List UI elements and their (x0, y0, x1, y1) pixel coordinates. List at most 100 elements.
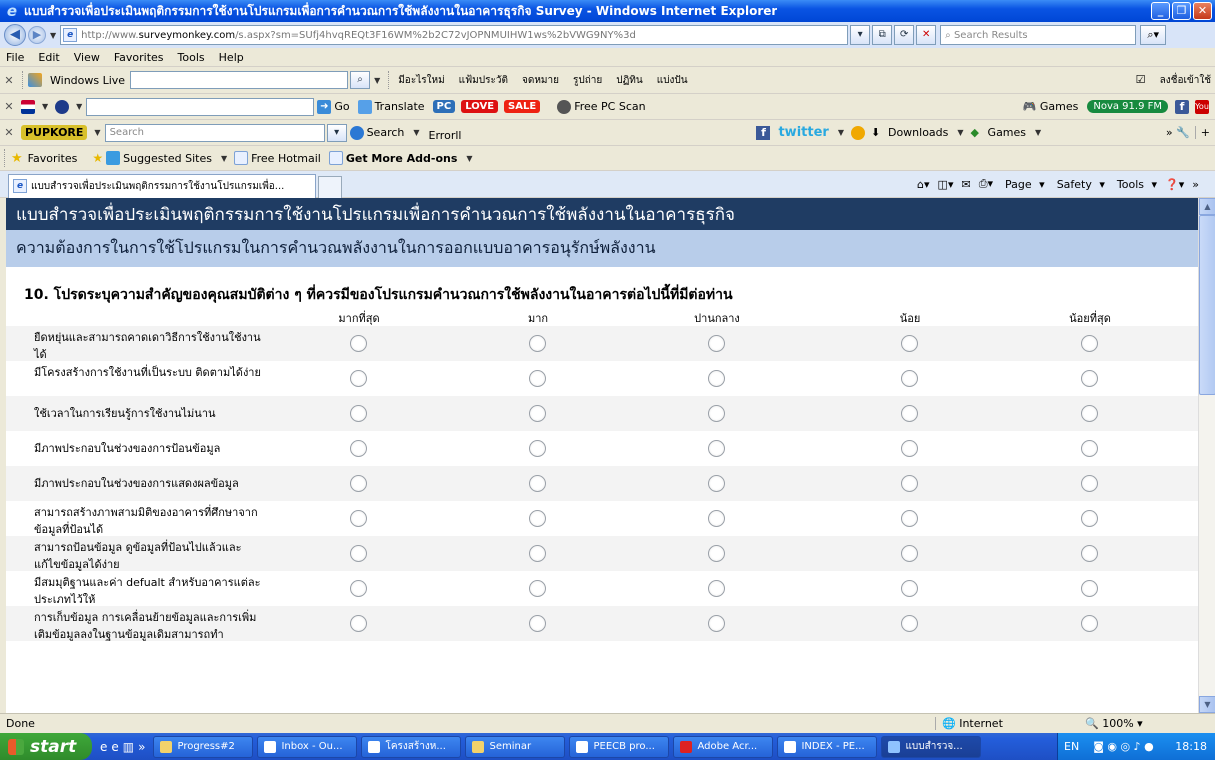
task-progress[interactable]: Progress#2 (153, 735, 254, 758)
task-inbox[interactable]: Inbox - Ou... (257, 735, 358, 758)
close-button[interactable]: ✕ (1193, 2, 1212, 20)
games-dropdown-icon[interactable]: ▼ (1035, 128, 1041, 137)
language-indicator[interactable]: EN (1064, 740, 1079, 753)
radio-much[interactable] (529, 510, 546, 527)
checkbox-icon[interactable]: ☑ (1136, 73, 1150, 87)
task-peecb[interactable]: PEECB pro... (569, 735, 670, 758)
favorites-button[interactable]: Favorites (23, 152, 83, 165)
radio-little[interactable] (901, 510, 918, 527)
minimize-button[interactable]: _ (1151, 2, 1170, 20)
radio-least[interactable] (1081, 580, 1098, 597)
close-toolbar-icon[interactable]: ✕ (0, 100, 18, 113)
back-button[interactable]: ◀ (4, 24, 26, 46)
games-menu-button[interactable]: Games (988, 126, 1031, 139)
radio-medium[interactable] (708, 545, 725, 562)
v-icon[interactable] (850, 125, 865, 140)
love-badge[interactable]: LOVE (461, 100, 499, 113)
toolbar-grip[interactable] (22, 71, 25, 89)
address-dropdown-button[interactable]: ▾ (850, 25, 871, 45)
radio-most[interactable] (350, 405, 367, 422)
title-bar[interactable]: e แบบสำรวจเพื่อประเมินพฤติกรรมการใช้งานโ… (0, 0, 1215, 22)
menu-file[interactable]: File (0, 51, 31, 64)
radio-least[interactable] (1081, 510, 1098, 527)
radio-much[interactable] (529, 370, 546, 387)
radio-much[interactable] (529, 475, 546, 492)
pupkore-logo[interactable]: PUPKORE (21, 125, 88, 140)
radio-little[interactable] (901, 580, 918, 597)
wl-link-whatsnew[interactable]: มีอะไรใหม่ (391, 73, 451, 88)
radio-most[interactable] (350, 475, 367, 492)
task-index[interactable]: INDEX - PE... (777, 735, 878, 758)
history-dropdown-icon[interactable]: ▼ (50, 31, 56, 40)
twitter-button[interactable]: twitter (773, 125, 833, 140)
wl-link-photos[interactable]: รูปถ่าย (566, 73, 609, 88)
mail-icon[interactable]: ✉ (957, 178, 974, 191)
scroll-up-arrow[interactable]: ▲ (1199, 198, 1215, 215)
suggested-sites-link[interactable]: Suggested Sites (123, 152, 217, 165)
address-bar[interactable]: e http://www.surveymonkey.com/s.aspx?sm=… (60, 25, 849, 45)
go-arrow-icon[interactable]: ➜ (317, 99, 332, 114)
task-adobe[interactable]: Adobe Acr... (673, 735, 774, 758)
more-chevron-icon[interactable]: » (138, 740, 145, 754)
maximize-button[interactable]: ❐ (1172, 2, 1191, 20)
radio-most[interactable] (350, 510, 367, 527)
scroll-down-arrow[interactable]: ▼ (1199, 696, 1215, 713)
radio-most[interactable] (350, 580, 367, 597)
more-chevron-icon[interactable]: » (1188, 178, 1203, 191)
radio-least[interactable] (1081, 545, 1098, 562)
radio-medium[interactable] (708, 615, 725, 632)
radio-least[interactable] (1081, 335, 1098, 352)
tools-menu[interactable]: Tools ▾ (1109, 178, 1161, 191)
wl-link-mail[interactable]: จดหมาย (515, 73, 566, 88)
close-toolbar-icon[interactable]: ✕ (0, 126, 18, 139)
browser-tab[interactable]: e แบบสำรวจเพื่อประเมินพฤติกรรมการใช้งานโ… (8, 173, 316, 198)
wl-link-share[interactable]: แบ่งปัน (650, 73, 695, 88)
menu-help[interactable]: Help (212, 51, 251, 64)
pupkore-search-button[interactable]: Search (367, 126, 410, 139)
free-pc-scan-button[interactable]: Free PC Scan (574, 100, 650, 113)
close-toolbar-icon[interactable]: ✕ (0, 74, 18, 87)
search-dropdown-icon[interactable]: ▼ (413, 128, 419, 137)
globe-dropdown-icon[interactable]: ▼ (76, 102, 82, 111)
radio-medium[interactable] (708, 510, 725, 527)
radio-least[interactable] (1081, 370, 1098, 387)
radio-least[interactable] (1081, 615, 1098, 632)
tray-icons[interactable]: ◙ ◉ ◎ ♪ ● (1093, 740, 1153, 753)
wl-signin-link[interactable]: ลงชื่อเข้าใช้ (1153, 73, 1215, 88)
add-toolbar-icon[interactable]: + (1194, 126, 1215, 139)
radio-medium[interactable] (708, 370, 725, 387)
menu-tools[interactable]: Tools (171, 51, 212, 64)
radio-most[interactable] (350, 370, 367, 387)
windows-live-search-button[interactable]: ⌕ (350, 71, 371, 89)
scroll-thumb[interactable] (1199, 215, 1215, 395)
radio-most[interactable] (350, 440, 367, 457)
wl-link-calendar[interactable]: ปฏิทิน (609, 73, 650, 88)
radio-much[interactable] (529, 580, 546, 597)
print-icon[interactable]: ⎙▾ (975, 177, 997, 191)
pc-badge[interactable]: PC (432, 100, 456, 113)
add-favorite-icon[interactable]: ★ (82, 151, 103, 165)
radio-most[interactable] (350, 615, 367, 632)
radio-much[interactable] (529, 615, 546, 632)
suggested-dropdown-icon[interactable]: ▼ (221, 154, 227, 163)
sale-badge[interactable]: SALE (504, 100, 541, 113)
menu-edit[interactable]: Edit (31, 51, 66, 64)
zoom-level[interactable]: 🔍 100% ▾ (1085, 717, 1143, 730)
wl-link-profile[interactable]: แฟ้มประวัติ (452, 73, 515, 88)
radio-little[interactable] (901, 335, 918, 352)
ie-quicklaunch-icon[interactable]: e (111, 740, 118, 754)
pupkore-search-input[interactable]: Search (104, 123, 325, 142)
radio-much[interactable] (529, 335, 546, 352)
radio-much[interactable] (529, 545, 546, 562)
radio-much[interactable] (529, 405, 546, 422)
pupkore-search-dropdown[interactable]: ▾ (326, 123, 347, 142)
downloads-button[interactable]: Downloads (888, 126, 953, 139)
translate-button[interactable]: Translate (375, 100, 430, 113)
globe-icon[interactable] (55, 99, 70, 114)
games-button[interactable]: Games (1040, 100, 1083, 113)
search-go-button[interactable]: ⌕▾ (1140, 25, 1167, 45)
search-box[interactable]: ⌕ Search Results (940, 25, 1137, 45)
more-chevron-icon[interactable]: » 🔧 (1161, 126, 1195, 139)
radio-little[interactable] (901, 440, 918, 457)
free-hotmail-link[interactable]: Free Hotmail (251, 152, 326, 165)
